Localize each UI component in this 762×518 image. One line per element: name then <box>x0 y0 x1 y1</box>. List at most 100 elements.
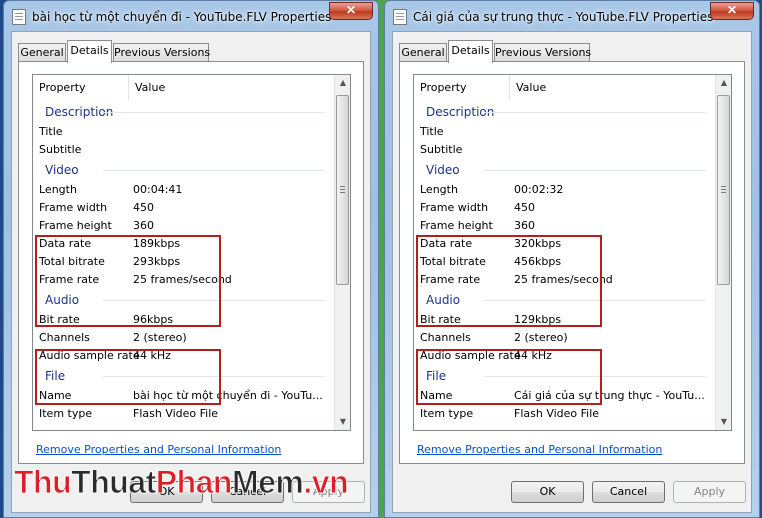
column-header-property[interactable]: Property <box>414 75 510 100</box>
table-row[interactable]: Bit rate 96kbps <box>33 311 335 329</box>
table-row[interactable]: Name bài học từ một chuyển đi - YouTu... <box>33 387 335 405</box>
tab-details[interactable]: Details <box>448 40 493 63</box>
section-label: Audio <box>45 293 80 307</box>
remove-properties-link[interactable]: Remove Properties and Personal Informati… <box>417 443 662 456</box>
table-row[interactable]: Channels 2 (stereo) <box>414 329 716 347</box>
watermark-part: Phan <box>155 464 233 501</box>
property-value: 44 kHz <box>514 349 552 362</box>
property-value: 25 frames/second <box>133 273 232 286</box>
chevron-down-icon[interactable]: ▼ <box>335 414 350 430</box>
table-row[interactable]: Data rate 189kbps <box>33 235 335 253</box>
table-row[interactable]: Frame height 360 <box>414 217 716 235</box>
table-row[interactable]: Total bitrate 293kbps <box>33 253 335 271</box>
property-value: 456kbps <box>514 255 562 268</box>
property-name: Data rate <box>39 237 92 250</box>
grip-icon <box>721 186 726 193</box>
scrollbar-thumb[interactable] <box>336 95 349 285</box>
tab-previous-versions[interactable]: Previous Versions <box>494 43 591 62</box>
details-panel: Property Value Description Title Subtitl… <box>399 61 745 464</box>
property-value: 44 kHz <box>133 349 171 362</box>
property-name: Title <box>39 125 63 138</box>
vertical-scrollbar[interactable]: ▲ ▼ <box>334 75 350 430</box>
property-name: Bit rate <box>420 313 461 326</box>
section-audio: Audio <box>414 289 716 311</box>
list-header: Property Value <box>414 75 716 100</box>
column-header-value[interactable]: Value <box>510 75 716 100</box>
section-label: File <box>426 369 447 383</box>
scrollbar-thumb[interactable] <box>717 95 730 285</box>
section-label: Video <box>45 163 79 177</box>
tab-details[interactable]: Details <box>67 40 112 63</box>
section-divider <box>103 300 325 301</box>
section-label: Video <box>426 163 460 177</box>
table-row[interactable]: Channels 2 (stereo) <box>33 329 335 347</box>
table-row[interactable]: Audio sample rate 44 kHz <box>33 347 335 365</box>
tab-previous-versions[interactable]: Previous Versions <box>113 43 210 62</box>
watermark-part: Thu <box>13 464 72 501</box>
property-value: 00:02:32 <box>514 183 564 196</box>
list-header: Property Value <box>33 75 335 100</box>
table-row[interactable]: Data rate 320kbps <box>414 235 716 253</box>
chevron-up-icon[interactable]: ▲ <box>716 75 731 91</box>
property-name: Data rate <box>420 237 473 250</box>
table-row[interactable]: Title <box>414 123 716 141</box>
dialog-body: General Details Previous Versions Proper… <box>392 31 752 513</box>
table-row[interactable]: Name Cái giá của sự trung thực - YouTu... <box>414 387 716 405</box>
table-row[interactable]: Frame height 360 <box>33 217 335 235</box>
chevron-up-icon[interactable]: ▲ <box>335 75 350 91</box>
section-divider <box>103 170 325 171</box>
section-video: Video <box>414 159 716 181</box>
cancel-button[interactable]: Cancel <box>592 481 665 503</box>
property-name: Item type <box>420 407 474 420</box>
table-row[interactable]: Length 00:04:41 <box>33 181 335 199</box>
table-row[interactable]: Subtitle <box>33 141 335 159</box>
section-file: File <box>33 365 335 387</box>
table-row[interactable]: Bit rate 129kbps <box>414 311 716 329</box>
title-bar[interactable]: Cái giá của sự trung thực - YouTube.FLV … <box>385 1 759 31</box>
table-row[interactable]: Subtitle <box>414 141 716 159</box>
property-value: 2 (stereo) <box>514 331 568 344</box>
property-value: 129kbps <box>514 313 562 326</box>
close-button[interactable]: ✕ <box>329 2 373 20</box>
column-header-value[interactable]: Value <box>129 75 335 100</box>
property-name: Bit rate <box>39 313 80 326</box>
apply-button[interactable]: Apply <box>673 481 746 503</box>
close-icon: ✕ <box>726 3 738 17</box>
section-video: Video <box>33 159 335 181</box>
table-row[interactable]: Item type Flash Video File <box>33 405 335 423</box>
watermark-part: .vn <box>303 464 349 501</box>
table-row[interactable]: Length 00:02:32 <box>414 181 716 199</box>
close-button[interactable]: ✕ <box>710 2 754 20</box>
table-row[interactable]: Frame rate 25 frames/second <box>33 271 335 289</box>
tab-general[interactable]: General <box>399 43 447 62</box>
table-row[interactable]: Total bitrate 456kbps <box>414 253 716 271</box>
table-row[interactable]: Frame width 450 <box>414 199 716 217</box>
column-header-property[interactable]: Property <box>33 75 129 100</box>
table-row[interactable]: Title <box>33 123 335 141</box>
title-bar[interactable]: bài học từ một chuyển đi - YouTube.FLV P… <box>4 1 378 31</box>
property-name: Subtitle <box>39 143 82 156</box>
vertical-scrollbar[interactable]: ▲ ▼ <box>715 75 731 430</box>
property-value: 25 frames/second <box>514 273 613 286</box>
property-name: Frame height <box>39 219 112 232</box>
table-row[interactable]: Item type Flash Video File <box>414 405 716 423</box>
property-list[interactable]: Property Value Description Title Subtitl… <box>32 74 351 431</box>
properties-window-left: bài học từ một chuyển đi - YouTube.FLV P… <box>3 0 379 518</box>
chevron-down-icon[interactable]: ▼ <box>716 414 731 430</box>
remove-properties-link[interactable]: Remove Properties and Personal Informati… <box>36 443 281 456</box>
property-name: Total bitrate <box>420 255 486 268</box>
ok-button[interactable]: OK <box>511 481 584 503</box>
table-row[interactable]: Frame width 450 <box>33 199 335 217</box>
section-file: File <box>414 365 716 387</box>
property-value: 450 <box>133 201 154 214</box>
property-name: Channels <box>39 331 90 344</box>
section-description: Description <box>414 101 716 123</box>
table-row[interactable]: Frame rate 25 frames/second <box>414 271 716 289</box>
tab-general[interactable]: General <box>18 43 66 62</box>
property-list[interactable]: Property Value Description Title Subtitl… <box>413 74 732 431</box>
property-value[interactable]: Cái giá của sự trung thực - YouTu... <box>514 387 710 405</box>
section-divider <box>103 112 325 113</box>
table-row[interactable]: Audio sample rate 44 kHz <box>414 347 716 365</box>
property-value[interactable]: bài học từ một chuyển đi - YouTu... <box>133 387 329 405</box>
property-name: Audio sample rate <box>420 349 521 362</box>
